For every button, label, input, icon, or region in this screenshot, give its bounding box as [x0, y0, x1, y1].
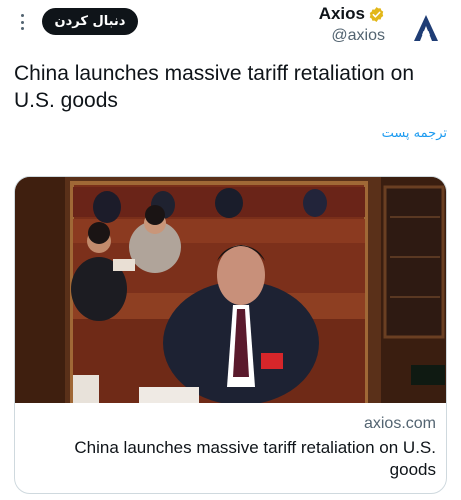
verified-badge-icon [369, 6, 384, 22]
translate-post-link[interactable]: ترجمه پست [382, 126, 447, 141]
card-title[interactable]: China launches massive tariff retaliatio… [36, 437, 436, 481]
avatar[interactable] [405, 7, 447, 49]
link-card[interactable]: axios.com China launches massive tariff … [14, 176, 447, 494]
tweet-header: دنبال کردن Axios @axios [0, 0, 461, 52]
follow-button[interactable]: دنبال کردن [42, 8, 138, 35]
card-domain[interactable]: axios.com [364, 415, 436, 433]
author-info[interactable]: Axios @axios [319, 4, 385, 45]
card-image[interactable] [15, 177, 447, 403]
tweet-text: China launches massive tariff retaliatio… [14, 62, 414, 112]
author-name[interactable]: Axios [319, 4, 365, 24]
author-handle[interactable]: @axios [319, 27, 385, 45]
more-options-icon[interactable] [14, 12, 30, 32]
axios-logo-icon [414, 15, 438, 41]
